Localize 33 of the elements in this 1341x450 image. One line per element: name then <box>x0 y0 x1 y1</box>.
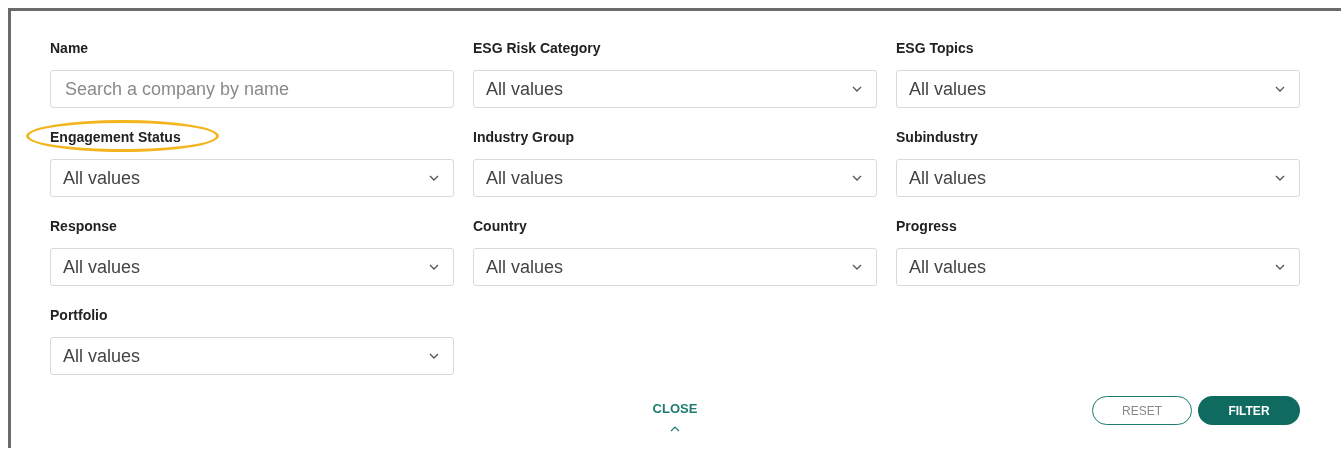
chevron-down-icon <box>852 264 862 270</box>
chevron-down-icon <box>1275 264 1285 270</box>
field-label: Country <box>473 218 527 234</box>
field-label: Response <box>50 218 117 234</box>
dropdown[interactable]: All values <box>50 248 454 286</box>
dropdown[interactable]: All values <box>50 337 454 375</box>
reset-button[interactable]: RESET <box>1092 396 1192 425</box>
dropdown[interactable]: All values <box>50 159 454 197</box>
field-label: Industry Group <box>473 129 575 145</box>
close-button[interactable]: CLOSE <box>652 401 698 416</box>
chevron-down-icon <box>852 86 862 92</box>
chevron-down-icon <box>429 264 439 270</box>
dropdown[interactable]: All values <box>896 248 1300 286</box>
dropdown[interactable]: All values <box>473 159 877 197</box>
chevron-down-icon <box>852 175 862 181</box>
dropdown[interactable]: All values <box>473 248 877 286</box>
chevron-up-icon[interactable] <box>670 426 680 432</box>
chevron-down-icon <box>1275 175 1285 181</box>
dropdown[interactable]: All values <box>473 70 877 108</box>
dropdown[interactable]: All values <box>896 159 1300 197</box>
field-label: Name <box>50 40 89 56</box>
field-label: ESG Risk Category <box>473 40 601 56</box>
search-field[interactable]: Search a company by name <box>50 70 454 108</box>
field-label: Subindustry <box>896 129 978 145</box>
filter-button[interactable]: FILTER <box>1198 396 1300 425</box>
chevron-down-icon <box>429 353 439 359</box>
field-label: ESG Topics <box>896 40 974 56</box>
field-label: Progress <box>896 218 957 234</box>
chevron-down-icon <box>1275 86 1285 92</box>
field-label: Engagement Status <box>50 129 181 145</box>
dropdown[interactable]: All values <box>896 70 1300 108</box>
field-label: Portfolio <box>50 307 108 323</box>
chevron-down-icon <box>429 175 439 181</box>
